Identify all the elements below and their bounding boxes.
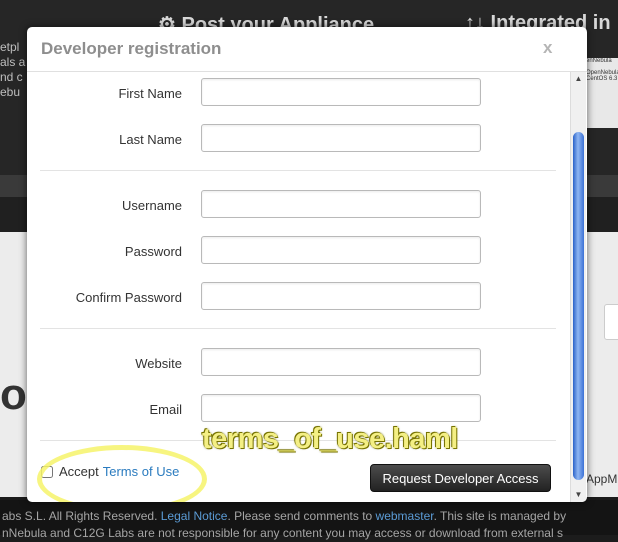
- confirm-password-field[interactable]: [201, 282, 481, 310]
- confirm-password-row: Confirm Password: [27, 282, 572, 312]
- last-name-row: Last Name: [27, 124, 572, 154]
- webmaster-link[interactable]: webmaster: [376, 509, 434, 523]
- email-label: Email: [149, 402, 182, 417]
- modal-title: Developer registration: [41, 39, 222, 58]
- website-label: Website: [135, 356, 182, 371]
- legal-notice-link[interactable]: Legal Notice: [161, 509, 228, 523]
- username-field[interactable]: [201, 190, 481, 218]
- background-heading-fragment: ou: [0, 370, 30, 419]
- website-field[interactable]: [201, 348, 481, 376]
- footer-text-end: . This site is managed by: [433, 509, 567, 523]
- accept-terms-row: Accept Terms of Use: [41, 464, 179, 479]
- request-developer-access-button[interactable]: Request Developer Access: [370, 464, 551, 492]
- terms-of-use-link[interactable]: Terms of Use: [103, 464, 180, 479]
- first-name-row: First Name: [27, 78, 572, 108]
- background-thumbnail: enNebula OpenNebula CentOS 6.3: [586, 58, 618, 128]
- last-name-field[interactable]: [201, 124, 481, 152]
- first-name-label: First Name: [118, 86, 182, 101]
- developer-registration-modal: Developer registration x First Name Last…: [27, 27, 587, 502]
- accept-terms-checkbox[interactable]: [41, 465, 53, 478]
- footer-line-1: abs S.L. All Rights Reserved. Legal Noti…: [0, 508, 618, 525]
- password-field[interactable]: [201, 236, 481, 264]
- last-name-label: Last Name: [119, 132, 182, 147]
- website-row: Website: [27, 348, 572, 378]
- footer-line-2: nNebula and C12G Labs are not responsibl…: [2, 526, 563, 540]
- footer: abs S.L. All Rights Reserved. Legal Noti…: [0, 500, 618, 540]
- background-text-snippet: etpl als a nd c ebu: [0, 40, 26, 99]
- annotation-text: terms_of_use.haml: [202, 423, 458, 455]
- scroll-up-icon[interactable]: ▲: [571, 72, 586, 86]
- username-label: Username: [122, 198, 182, 213]
- footer-copyright: abs S.L. All Rights Reserved.: [2, 509, 161, 523]
- first-name-field[interactable]: [201, 78, 481, 106]
- accept-label: Accept: [59, 464, 99, 479]
- footer-text: . Please send comments to: [227, 509, 376, 523]
- password-label: Password: [124, 244, 182, 259]
- scroll-thumb[interactable]: [573, 132, 584, 480]
- background-appm-text: AppM: [586, 472, 618, 486]
- email-field[interactable]: [201, 394, 481, 422]
- background-input: [604, 304, 618, 340]
- confirm-password-label: Confirm Password: [75, 290, 182, 305]
- section-divider: [40, 170, 556, 171]
- username-row: Username: [27, 190, 572, 220]
- scroll-down-icon[interactable]: ▼: [571, 488, 586, 502]
- close-icon[interactable]: x: [543, 38, 552, 58]
- email-row: Email: [27, 394, 572, 424]
- modal-scrollbar[interactable]: ▲ ▼: [570, 72, 586, 502]
- section-divider: [40, 328, 556, 329]
- password-row: Password: [27, 236, 572, 266]
